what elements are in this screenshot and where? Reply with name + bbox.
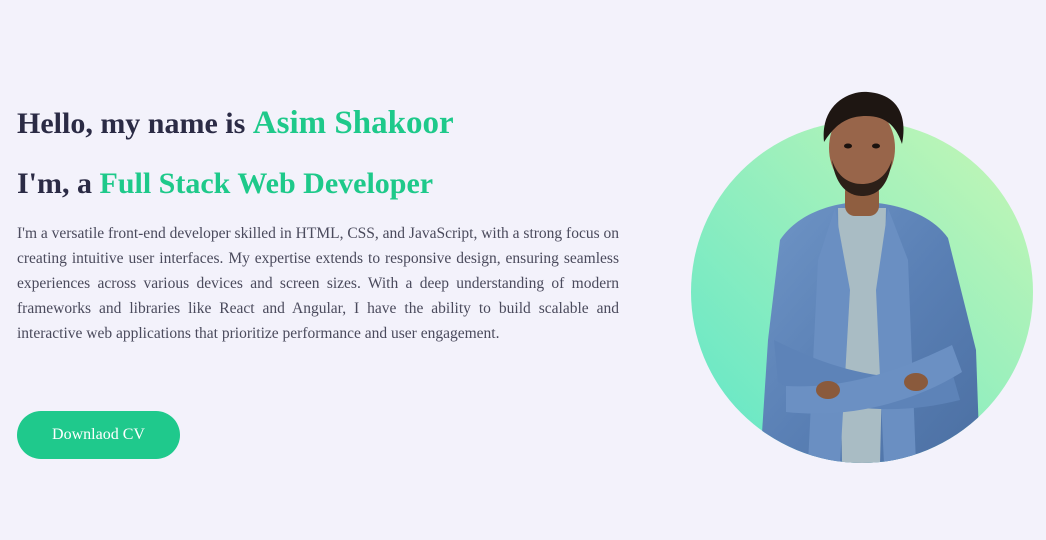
developer-role: Full Stack Web Developer (99, 167, 434, 200)
portrait-image (690, 90, 1034, 464)
hero-text-block: Hello, my name is Asim Shakoor I'm, a Fu… (17, 100, 619, 346)
download-cv-button[interactable]: Downlaod CV (17, 411, 180, 459)
developer-name: Asim Shakoor (252, 105, 454, 141)
person-photo-icon (691, 91, 1033, 463)
greeting-prefix: Hello, my name is (17, 107, 253, 140)
role-prefix: I'm, a (17, 167, 100, 200)
greeting-heading: Hello, my name is Asim Shakoor (17, 100, 619, 147)
role-heading: I'm, a Full Stack Web Developer (17, 161, 619, 207)
bio-paragraph: I'm a versatile front-end developer skil… (17, 225, 620, 342)
